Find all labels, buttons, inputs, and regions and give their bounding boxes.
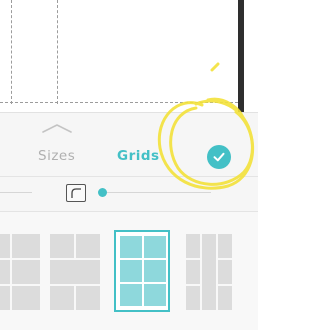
layout-thumbnail[interactable] [50,234,100,310]
grid-guide-line [0,102,238,103]
tab-grids[interactable]: Grids [117,147,160,165]
confirm-button[interactable] [207,145,231,169]
panel-divider [0,112,258,113]
grid-guide-line [57,0,58,104]
tab-sizes[interactable]: Sizes [38,147,75,165]
photo-canvas[interactable] [0,0,258,118]
corner-radius-slider-knob[interactable] [98,188,107,197]
corner-radius-icon [66,184,86,202]
layout-thumbnail[interactable] [186,234,258,310]
checkmark-icon [213,152,225,162]
canvas-frame-edge [238,0,244,112]
slider-track [0,192,32,193]
corner-radius-slider-track[interactable] [107,192,211,193]
layout-thumbnail-selected[interactable] [114,230,170,312]
grid-guide-line [11,0,12,104]
tab-divider [0,176,258,177]
layout-thumbnail[interactable] [0,234,42,310]
chevron-up-icon[interactable] [40,120,74,134]
